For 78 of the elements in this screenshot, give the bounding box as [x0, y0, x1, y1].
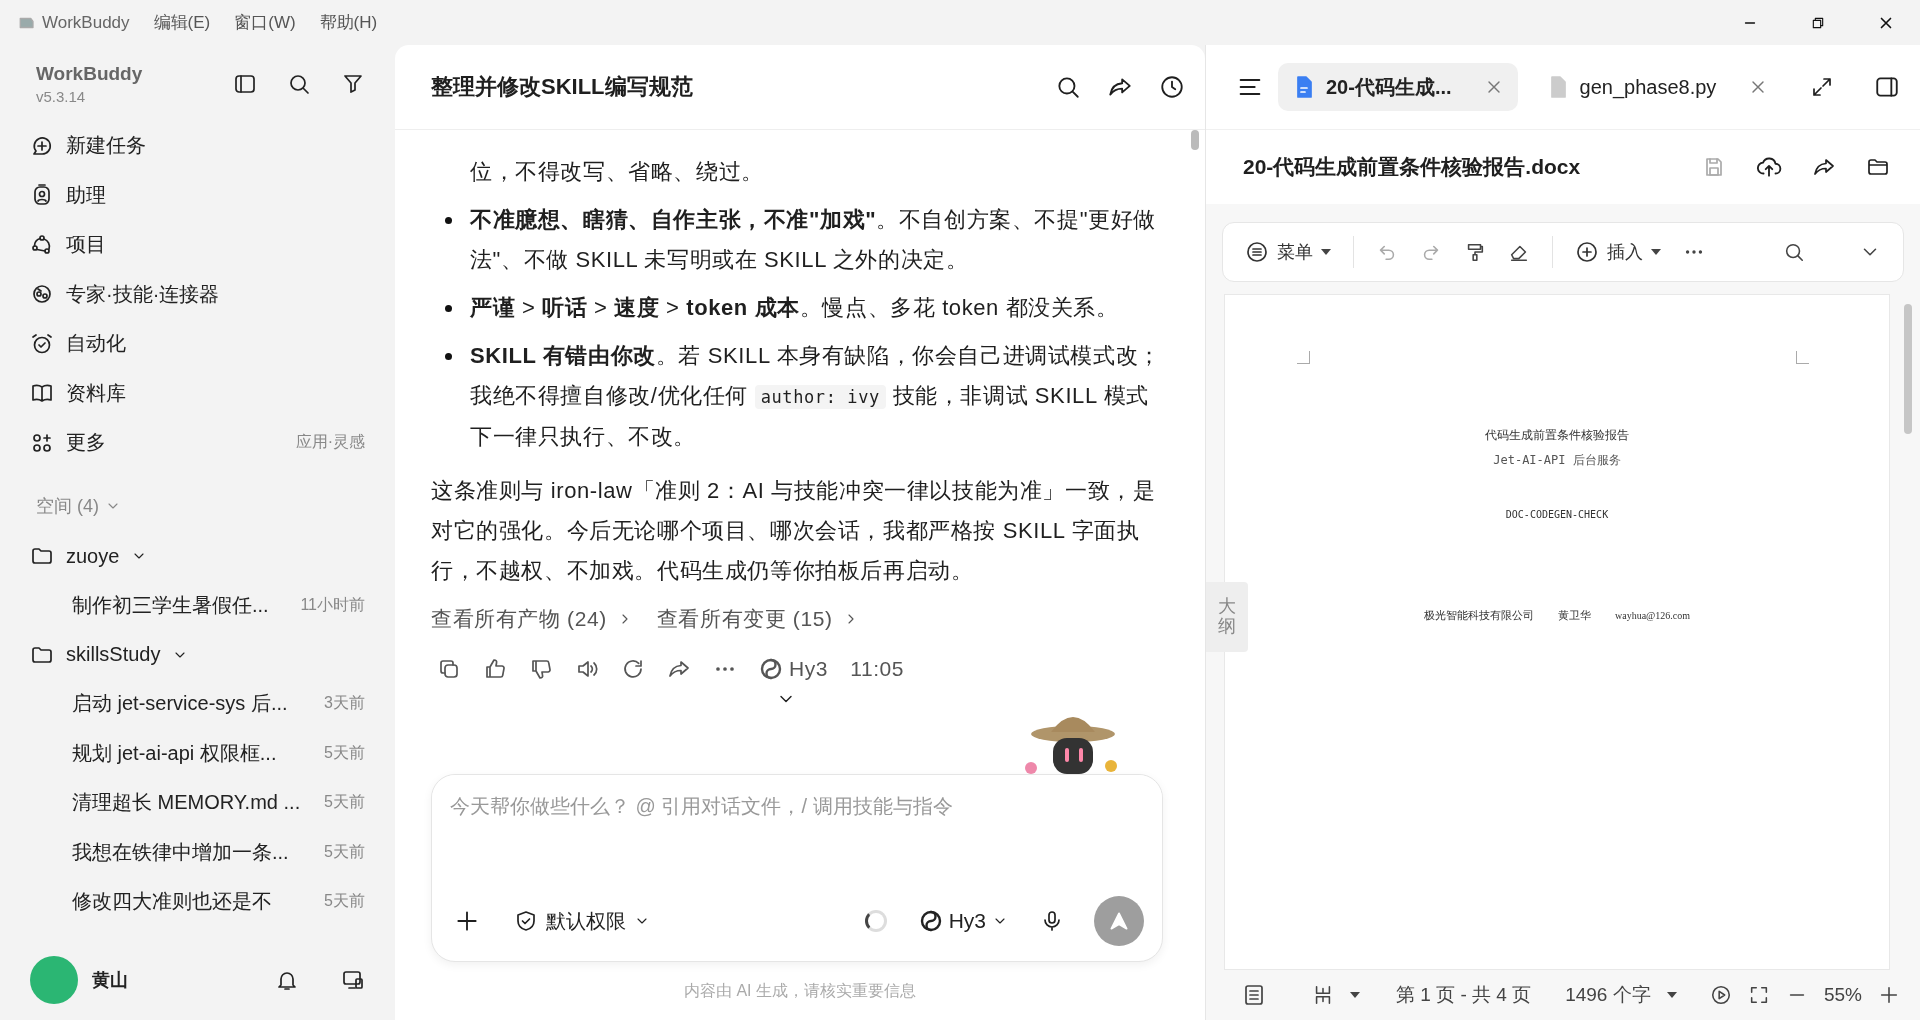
- zoom-in-icon[interactable]: [1878, 984, 1900, 1006]
- refresh-icon[interactable]: [621, 657, 645, 681]
- funnel-icon[interactable]: [341, 72, 365, 96]
- version-label: v5.3.14: [36, 88, 87, 105]
- list-icon[interactable]: [1242, 983, 1266, 1007]
- zoom-level: 55%: [1823, 984, 1862, 1006]
- task-item[interactable]: 启动 jet-service-sys 后... 3天前: [30, 679, 365, 729]
- plus-circle-icon: [1575, 240, 1599, 264]
- word-count[interactable]: 1496 个字: [1565, 982, 1651, 1008]
- task-item[interactable]: 制作初三学生暑假任... 11小时前: [30, 580, 365, 630]
- insert-button[interactable]: 插入: [1575, 240, 1661, 264]
- email-address: wayhua@126.com: [1615, 610, 1690, 621]
- nav-item[interactable]: 更多 应用·灵感: [30, 418, 365, 468]
- panel-toggle-icon[interactable]: [1874, 74, 1900, 100]
- bullet-icon: [445, 305, 452, 312]
- nav-item[interactable]: 助理: [30, 170, 365, 220]
- task-item[interactable]: 我想在铁律中增加一条... 5天前: [30, 827, 365, 877]
- nav-item[interactable]: 新建任务: [30, 121, 365, 171]
- file-tab[interactable]: 20-代码生成...: [1278, 63, 1518, 111]
- view-link[interactable]: 查看所有变更 (15): [656, 599, 859, 639]
- nav-item[interactable]: 项目: [30, 220, 365, 270]
- menu-item[interactable]: 帮助(H): [319, 11, 396, 34]
- document-title: 20-代码生成前置条件核验报告.docx: [1243, 154, 1582, 180]
- app-title: WorkBuddy: [36, 63, 144, 85]
- bullet-icon: [445, 217, 452, 224]
- task-item[interactable]: 修改四大准则也还是不 5天前: [30, 877, 365, 927]
- devices-icon[interactable]: [341, 968, 365, 992]
- model-logo-icon: [759, 657, 783, 681]
- message-paragraph: 这条准则与 iron-law「准则 2：AI 与技能冲突一律以技能为准」一致，是对它的强化。今后无论哪个项目、哪次会话，我都严格按 SKILL 字面执行，不越权、不加戏。代码生成仍等你拍板后再启动。: [431, 477, 1157, 585]
- bullet-text: SKILL 有错由你改。若 SKILL 本身有缺陷，你会自己进调试模式改；我绝不得擅自修改/优化任何 author: ivy 技能，非调试 SKILL 模式下一律只执行、不改。: [470, 342, 1162, 451]
- send-button[interactable]: [1094, 896, 1144, 946]
- app-name: WorkBuddy: [42, 12, 130, 33]
- space-folder[interactable]: zuoye: [30, 531, 365, 581]
- search-icon[interactable]: [287, 72, 311, 96]
- report-title: 代码生成前置条件核验报告: [1485, 427, 1629, 444]
- company-name: 极光智能科技有限公司: [1424, 608, 1534, 623]
- menu-button[interactable]: 菜单: [1245, 240, 1331, 264]
- copy-icon[interactable]: [437, 657, 461, 681]
- alarm-clock-icon: [30, 331, 54, 356]
- bullet-text: 位，不得改写、省略、绕过。: [470, 158, 764, 186]
- bullet-icon: [445, 353, 452, 360]
- user-name: 黄山: [92, 969, 129, 992]
- loading-spinner: [864, 910, 887, 932]
- scrollbar-thumb[interactable]: [1904, 304, 1912, 434]
- search-icon[interactable]: [1783, 241, 1805, 263]
- model-name: Hy3: [789, 656, 829, 682]
- chat-title: 整理并修改SKILL编写规范: [431, 73, 694, 101]
- play-icon[interactable]: [1709, 984, 1732, 1006]
- task-item[interactable]: 清理超长 MEMORY.md ... 5天前: [30, 778, 365, 828]
- task-item[interactable]: 规划 jet-ai-api 权限框... 5天前: [30, 728, 365, 778]
- shield-check-icon: [514, 909, 538, 933]
- ai-disclaimer: 内容由 AI 生成，请核实重要信息: [683, 981, 917, 1001]
- permission-button[interactable]: 默认权限: [514, 907, 650, 935]
- message-composer[interactable]: 今天帮你做些什么？ @ 引用对话文件，/ 调用技能与指令 默认权限 Hy3: [431, 774, 1163, 962]
- nav-item[interactable]: 专家·技能·连接器: [30, 269, 365, 319]
- model-selector[interactable]: Hy3: [918, 909, 1008, 933]
- thumbs-up-icon[interactable]: [483, 657, 507, 681]
- sidebar-toggle-icon[interactable]: [233, 72, 257, 96]
- thumbs-down-icon[interactable]: [529, 657, 553, 681]
- model-logo-icon: [918, 909, 943, 933]
- view-link[interactable]: 查看所有产物 (24): [431, 599, 633, 639]
- report-subtitle: Jet-AI-API 后台服务: [1493, 452, 1621, 469]
- bullet-text: 严谨 > 听话 > 速度 > token 成本。慢点、多花 token 都没关系。: [470, 294, 1119, 322]
- space-folder[interactable]: skillsStudy: [30, 630, 365, 679]
- history-icon[interactable]: [1159, 74, 1185, 100]
- nav-item[interactable]: 资料库: [30, 368, 365, 418]
- menu-item[interactable]: 编辑(E): [153, 11, 229, 34]
- menu-item[interactable]: 窗口(W): [234, 11, 314, 34]
- bullet-text: 不准臆想、瞎猜、自作主张，不准"加戏"。不自创方案、不提"更好做法"、不做 SKILL 未写明或在 SKILL 之外的决定。: [470, 206, 1157, 274]
- file-tab[interactable]: gen_phase8.py: [1531, 63, 1783, 111]
- scrollbar-thumb[interactable]: [1191, 130, 1199, 150]
- nav-item[interactable]: 自动化: [30, 319, 365, 369]
- search-icon[interactable]: [1055, 74, 1081, 100]
- message-time: 11:05: [850, 656, 905, 682]
- document-code: DOC-CODEGEN-CHECK: [1505, 509, 1609, 520]
- author-name: 黄卫华: [1558, 608, 1591, 623]
- page-indicator: 第 1 页 - 共 4 页: [1396, 983, 1532, 1007]
- list-circle-icon: [1245, 240, 1269, 264]
